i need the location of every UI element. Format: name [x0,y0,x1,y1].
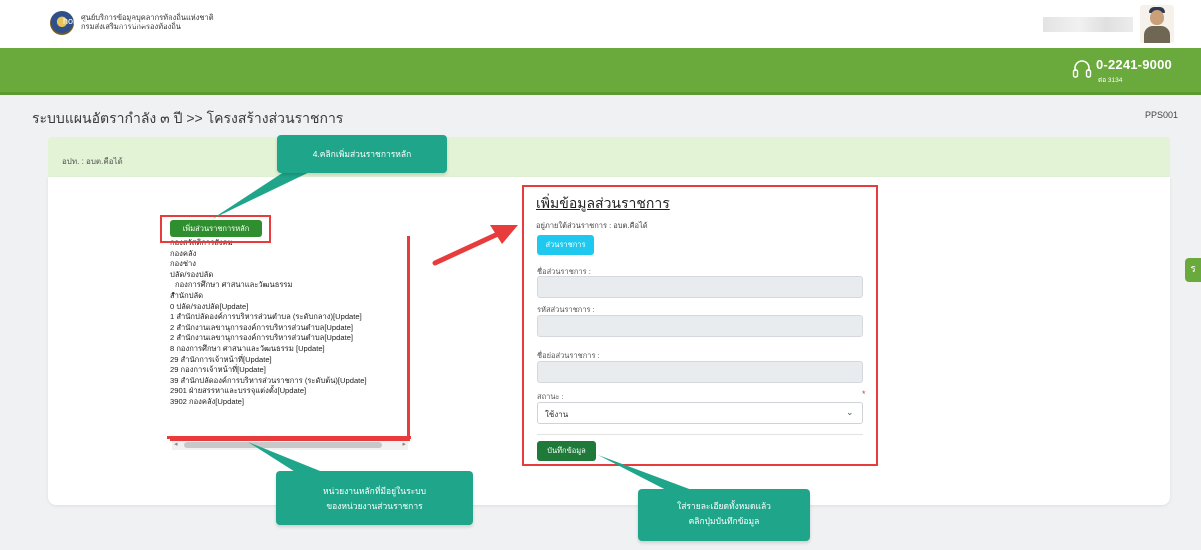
side-panel-tab[interactable]: ร [1185,258,1201,282]
callout-main-units: หน่วยงานหลักที่มีอยู่ในระบบ ของหน่วยงานส… [276,471,473,525]
nav-item-other-systems[interactable]: ระบบอื่นๆ › [314,16,356,30]
scroll-right-icon[interactable]: ▸ [402,440,406,450]
scrollbar-thumb[interactable] [184,442,382,448]
filter-bar [48,137,1170,177]
user-avatar[interactable] [1140,5,1174,43]
highlight-form [522,185,878,466]
chevron-right-icon: › [174,21,177,28]
main-navbar [0,48,1201,95]
user-name-redacted [1043,17,1133,32]
nav-item-profile-registry[interactable]: ทะเบียนประวัติ › [115,16,177,30]
headset-icon [1072,60,1092,78]
page-code: PPS001 [1145,110,1179,120]
chevron-right-icon: › [284,21,287,28]
callout-main-units-line2: ของหน่วยงานส่วนราชการ [326,501,423,511]
chevron-right-icon: › [353,21,356,28]
nav-label-profile-registry: ทะเบียนประวัติ [115,18,173,28]
nav-item-personnel-management[interactable]: การบริหารงานบุคคล › [202,16,287,30]
support-phone: 0-2241-9000 [1096,57,1172,72]
nav-item-home[interactable]: home [63,16,86,26]
callout-fill-line1: ใส่รายละเอียดทั้งหมดแล้ว [677,501,771,511]
local-authority-label: อปท. : อบต.คือได้ [62,157,123,166]
callout-fill-and-save: ใส่รายละเอียดทั้งหมดแล้ว คลิกปุ่มบันทึกข… [638,489,810,541]
callout-step4: 4.คลิกเพิ่มส่วนราชการหลัก [277,135,447,173]
highlight-unit-tree-bottom [167,436,411,439]
nav-label-other-systems: ระบบอื่นๆ [314,18,352,28]
highlight-unit-tree [170,236,410,441]
page-title: ระบบแผนอัตรากำลัง ๓ ปี >> โครงสร้างส่วนร… [32,110,344,126]
support-extension: ต่อ 3134 [1098,77,1123,84]
tree-horizontal-scrollbar[interactable]: ◂ ▸ [172,440,408,450]
nav-label-home: home [63,16,86,26]
scroll-left-icon[interactable]: ◂ [174,440,178,450]
nav-label-personnel-management: การบริหารงานบุคคล [202,18,283,28]
callout-fill-line2: คลิกปุ่มบันทึกข้อมูล [688,516,760,526]
callout-main-units-line1: หน่วยงานหลักที่มีอยู่ในระบบ [322,486,427,496]
